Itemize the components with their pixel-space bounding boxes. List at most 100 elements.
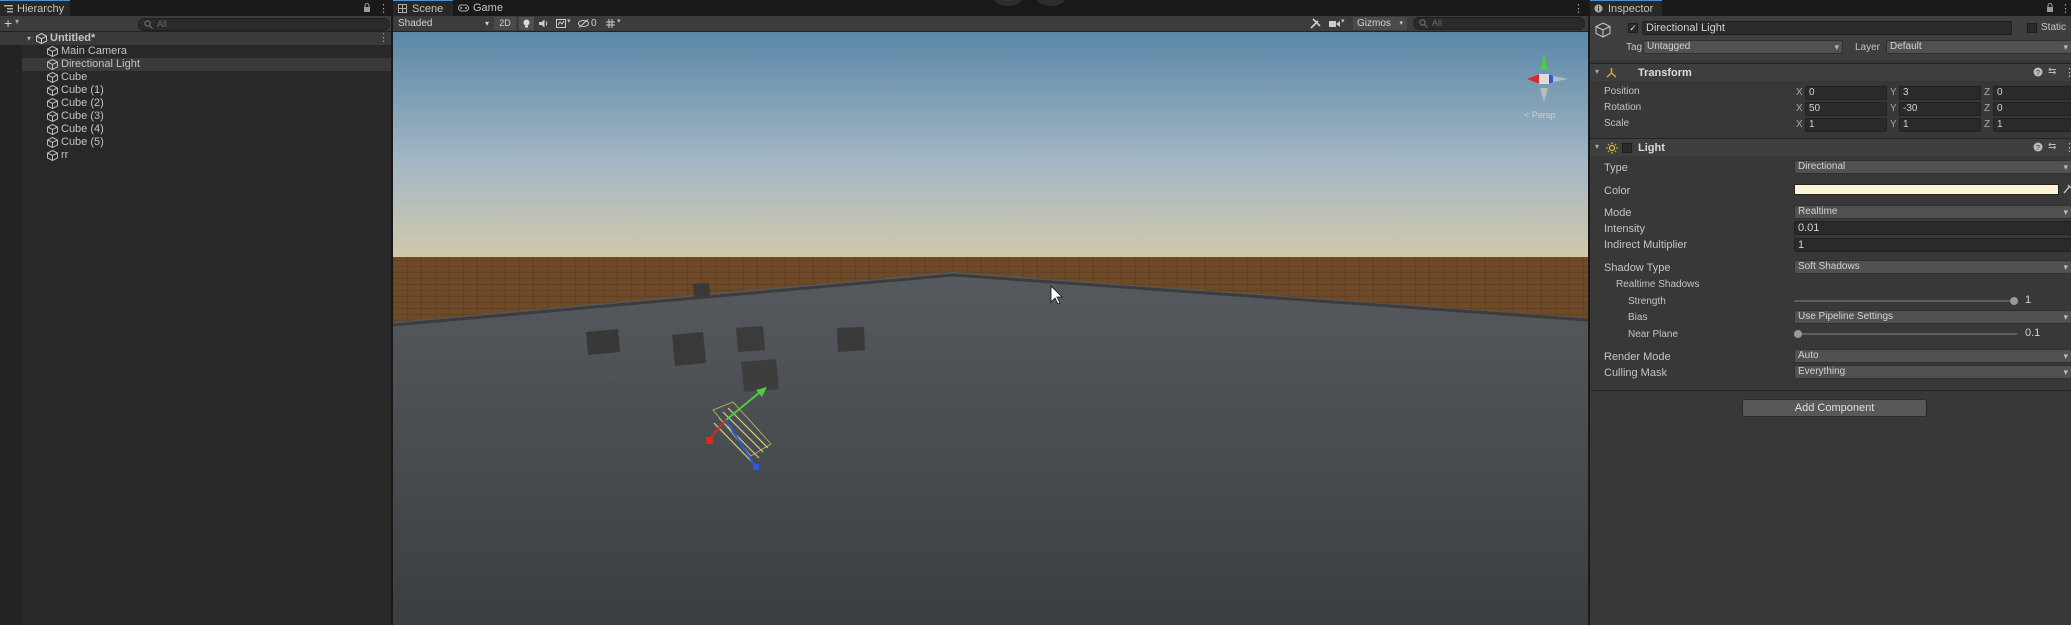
- hierarchy-search-input[interactable]: All: [138, 18, 390, 31]
- strength-slider-handle[interactable]: [2010, 297, 2018, 305]
- add-component-button[interactable]: Add Component: [1742, 399, 1927, 417]
- hierarchy-item[interactable]: Cube: [0, 71, 391, 84]
- eyedropper-icon[interactable]: [2063, 183, 2071, 194]
- grid-toggle[interactable]: ▾: [604, 17, 626, 30]
- scale-y-axis-label[interactable]: Y: [1890, 119, 1897, 130]
- rotation-y-axis-label[interactable]: Y: [1890, 103, 1897, 114]
- scale-x-field[interactable]: 1: [1805, 118, 1887, 132]
- tab-scene[interactable]: Scene: [393, 0, 453, 16]
- static-checkbox[interactable]: [2027, 23, 2037, 33]
- near-plane-slider-track[interactable]: [1797, 333, 2017, 335]
- scale-x-axis-label[interactable]: X: [1796, 119, 1803, 130]
- indirect-multiplier-field[interactable]: 1: [1794, 238, 2071, 252]
- lighting-toggle[interactable]: [519, 17, 534, 30]
- gizmos-label: Gizmos: [1357, 18, 1391, 29]
- scale-y-field[interactable]: 1: [1899, 118, 1981, 132]
- help-icon[interactable]: ?: [2033, 142, 2043, 152]
- near-plane-field[interactable]: 0.1: [2022, 327, 2071, 341]
- culling-mask-dropdown[interactable]: Everything: [1794, 365, 2071, 379]
- persp-label[interactable]: < Persp: [1524, 110, 1555, 120]
- help-icon[interactable]: ?: [2033, 67, 2043, 77]
- expand-arrow-icon[interactable]: ▾: [27, 32, 31, 45]
- pause-button[interactable]: [1036, 0, 1066, 6]
- strength-label: Strength: [1628, 296, 1666, 307]
- play-button[interactable]: [993, 0, 1023, 6]
- near-plane-slider-handle[interactable]: [1794, 330, 1802, 338]
- hierarchy-item-label: Cube (5): [61, 136, 104, 148]
- light-icon: [1606, 142, 1618, 154]
- rotation-x-field[interactable]: 50: [1805, 102, 1887, 116]
- intensity-field[interactable]: 0.01: [1794, 221, 2071, 235]
- scale-z-field[interactable]: 1: [1993, 118, 2071, 132]
- light-enabled-checkbox[interactable]: [1622, 143, 1632, 153]
- hierarchy-item[interactable]: Main Camera: [0, 45, 391, 58]
- tab-game[interactable]: Game: [453, 0, 509, 16]
- rotation-z-axis-label[interactable]: Z: [1984, 103, 1990, 114]
- tools-icon[interactable]: [1310, 18, 1321, 29]
- hierarchy-item[interactable]: Cube (3): [0, 110, 391, 123]
- light-mode-dropdown[interactable]: Realtime: [1794, 205, 2071, 219]
- hidden-objects-toggle[interactable]: 0: [576, 17, 600, 30]
- expand-arrow-icon[interactable]: ▾: [1595, 67, 1599, 76]
- rotation-z-field[interactable]: 0: [1993, 102, 2071, 116]
- shading-mode-dropdown[interactable]: Shaded ▾: [395, 17, 493, 30]
- shadow-type-dropdown[interactable]: Soft Shadows: [1794, 260, 2071, 274]
- component-menu-icon[interactable]: ⋮: [2064, 66, 2071, 79]
- gizmos-dropdown[interactable]: Gizmos ▾: [1353, 17, 1407, 30]
- light-color-field[interactable]: [1794, 184, 2059, 195]
- toggle-2d-button[interactable]: 2D: [494, 17, 516, 30]
- tab-inspector[interactable]: Inspector: [1590, 0, 1662, 16]
- position-x-field[interactable]: 0: [1805, 86, 1887, 100]
- presets-icon[interactable]: ⇆: [2048, 141, 2056, 152]
- component-menu-icon[interactable]: ⋮: [2064, 141, 2071, 154]
- scene-search-input[interactable]: All: [1413, 17, 1585, 30]
- strength-field[interactable]: 1: [2022, 294, 2071, 308]
- position-z-value: 0: [1997, 87, 2003, 98]
- rotation-y-field[interactable]: -30: [1899, 102, 1981, 116]
- kebab-menu-icon[interactable]: ⋮: [378, 2, 389, 15]
- render-mode-dropdown[interactable]: Auto: [1794, 349, 2071, 363]
- bias-dropdown[interactable]: Use Pipeline Settings: [1794, 310, 2071, 324]
- object-name-field[interactable]: Directional Light: [1642, 21, 2012, 35]
- hierarchy-item[interactable]: Cube (2): [0, 97, 391, 110]
- presets-icon[interactable]: ⇆: [2048, 66, 2056, 77]
- gamepad-icon: [458, 4, 469, 12]
- light-type-dropdown[interactable]: Directional: [1794, 160, 2071, 174]
- light-header[interactable]: ▾ Light ? ⇆ ⋮: [1590, 138, 2071, 156]
- tab-hierarchy[interactable]: Hierarchy: [0, 0, 70, 16]
- kebab-menu-icon[interactable]: ⋮: [2060, 2, 2071, 15]
- camera-dropdown[interactable]: ▾: [1328, 17, 1350, 30]
- lock-icon[interactable]: [363, 3, 371, 13]
- gameobject-icon: [47, 72, 58, 83]
- hierarchy-item[interactable]: Directional Light: [0, 58, 391, 71]
- scale-z-axis-label[interactable]: Z: [1984, 119, 1990, 130]
- rotation-x-value: 50: [1809, 103, 1821, 114]
- layer-dropdown[interactable]: Default: [1886, 40, 2071, 54]
- hierarchy-item[interactable]: Cube (5): [0, 136, 391, 149]
- chevron-down-icon[interactable]: ▾: [15, 17, 19, 26]
- scene-viewport[interactable]: < Persp: [393, 32, 1588, 625]
- hierarchy-item[interactable]: rr: [0, 149, 391, 162]
- audio-toggle[interactable]: [536, 17, 551, 30]
- effects-dropdown[interactable]: ▾: [553, 17, 575, 30]
- position-x-axis-label[interactable]: X: [1796, 87, 1803, 98]
- rotation-x-axis-label[interactable]: X: [1796, 103, 1803, 114]
- position-y-value: 3: [1903, 87, 1909, 98]
- scene-menu-icon[interactable]: ⋮: [378, 32, 389, 45]
- position-y-axis-label[interactable]: Y: [1890, 87, 1897, 98]
- position-z-field[interactable]: 0: [1993, 86, 2071, 100]
- position-y-field[interactable]: 3: [1899, 86, 1981, 100]
- scene-menu-icon[interactable]: ⋮: [1573, 2, 1584, 15]
- lock-icon[interactable]: [2046, 3, 2054, 13]
- strength-slider-track[interactable]: [1794, 300, 2014, 302]
- hierarchy-item[interactable]: Cube (4): [0, 123, 391, 136]
- transform-header[interactable]: ▾ Transform ? ⇆ ⋮: [1590, 63, 2071, 81]
- scene-root-row[interactable]: ▾ Untitled* ⋮: [0, 32, 391, 45]
- add-icon[interactable]: +: [4, 16, 12, 31]
- tag-dropdown[interactable]: Untagged: [1643, 40, 1843, 54]
- position-z-axis-label[interactable]: Z: [1984, 87, 1990, 98]
- chevron-down-icon: ▾: [617, 18, 621, 25]
- hierarchy-item[interactable]: Cube (1): [0, 84, 391, 97]
- expand-arrow-icon[interactable]: ▾: [1595, 142, 1599, 151]
- active-checkbox[interactable]: ✓: [1628, 23, 1638, 33]
